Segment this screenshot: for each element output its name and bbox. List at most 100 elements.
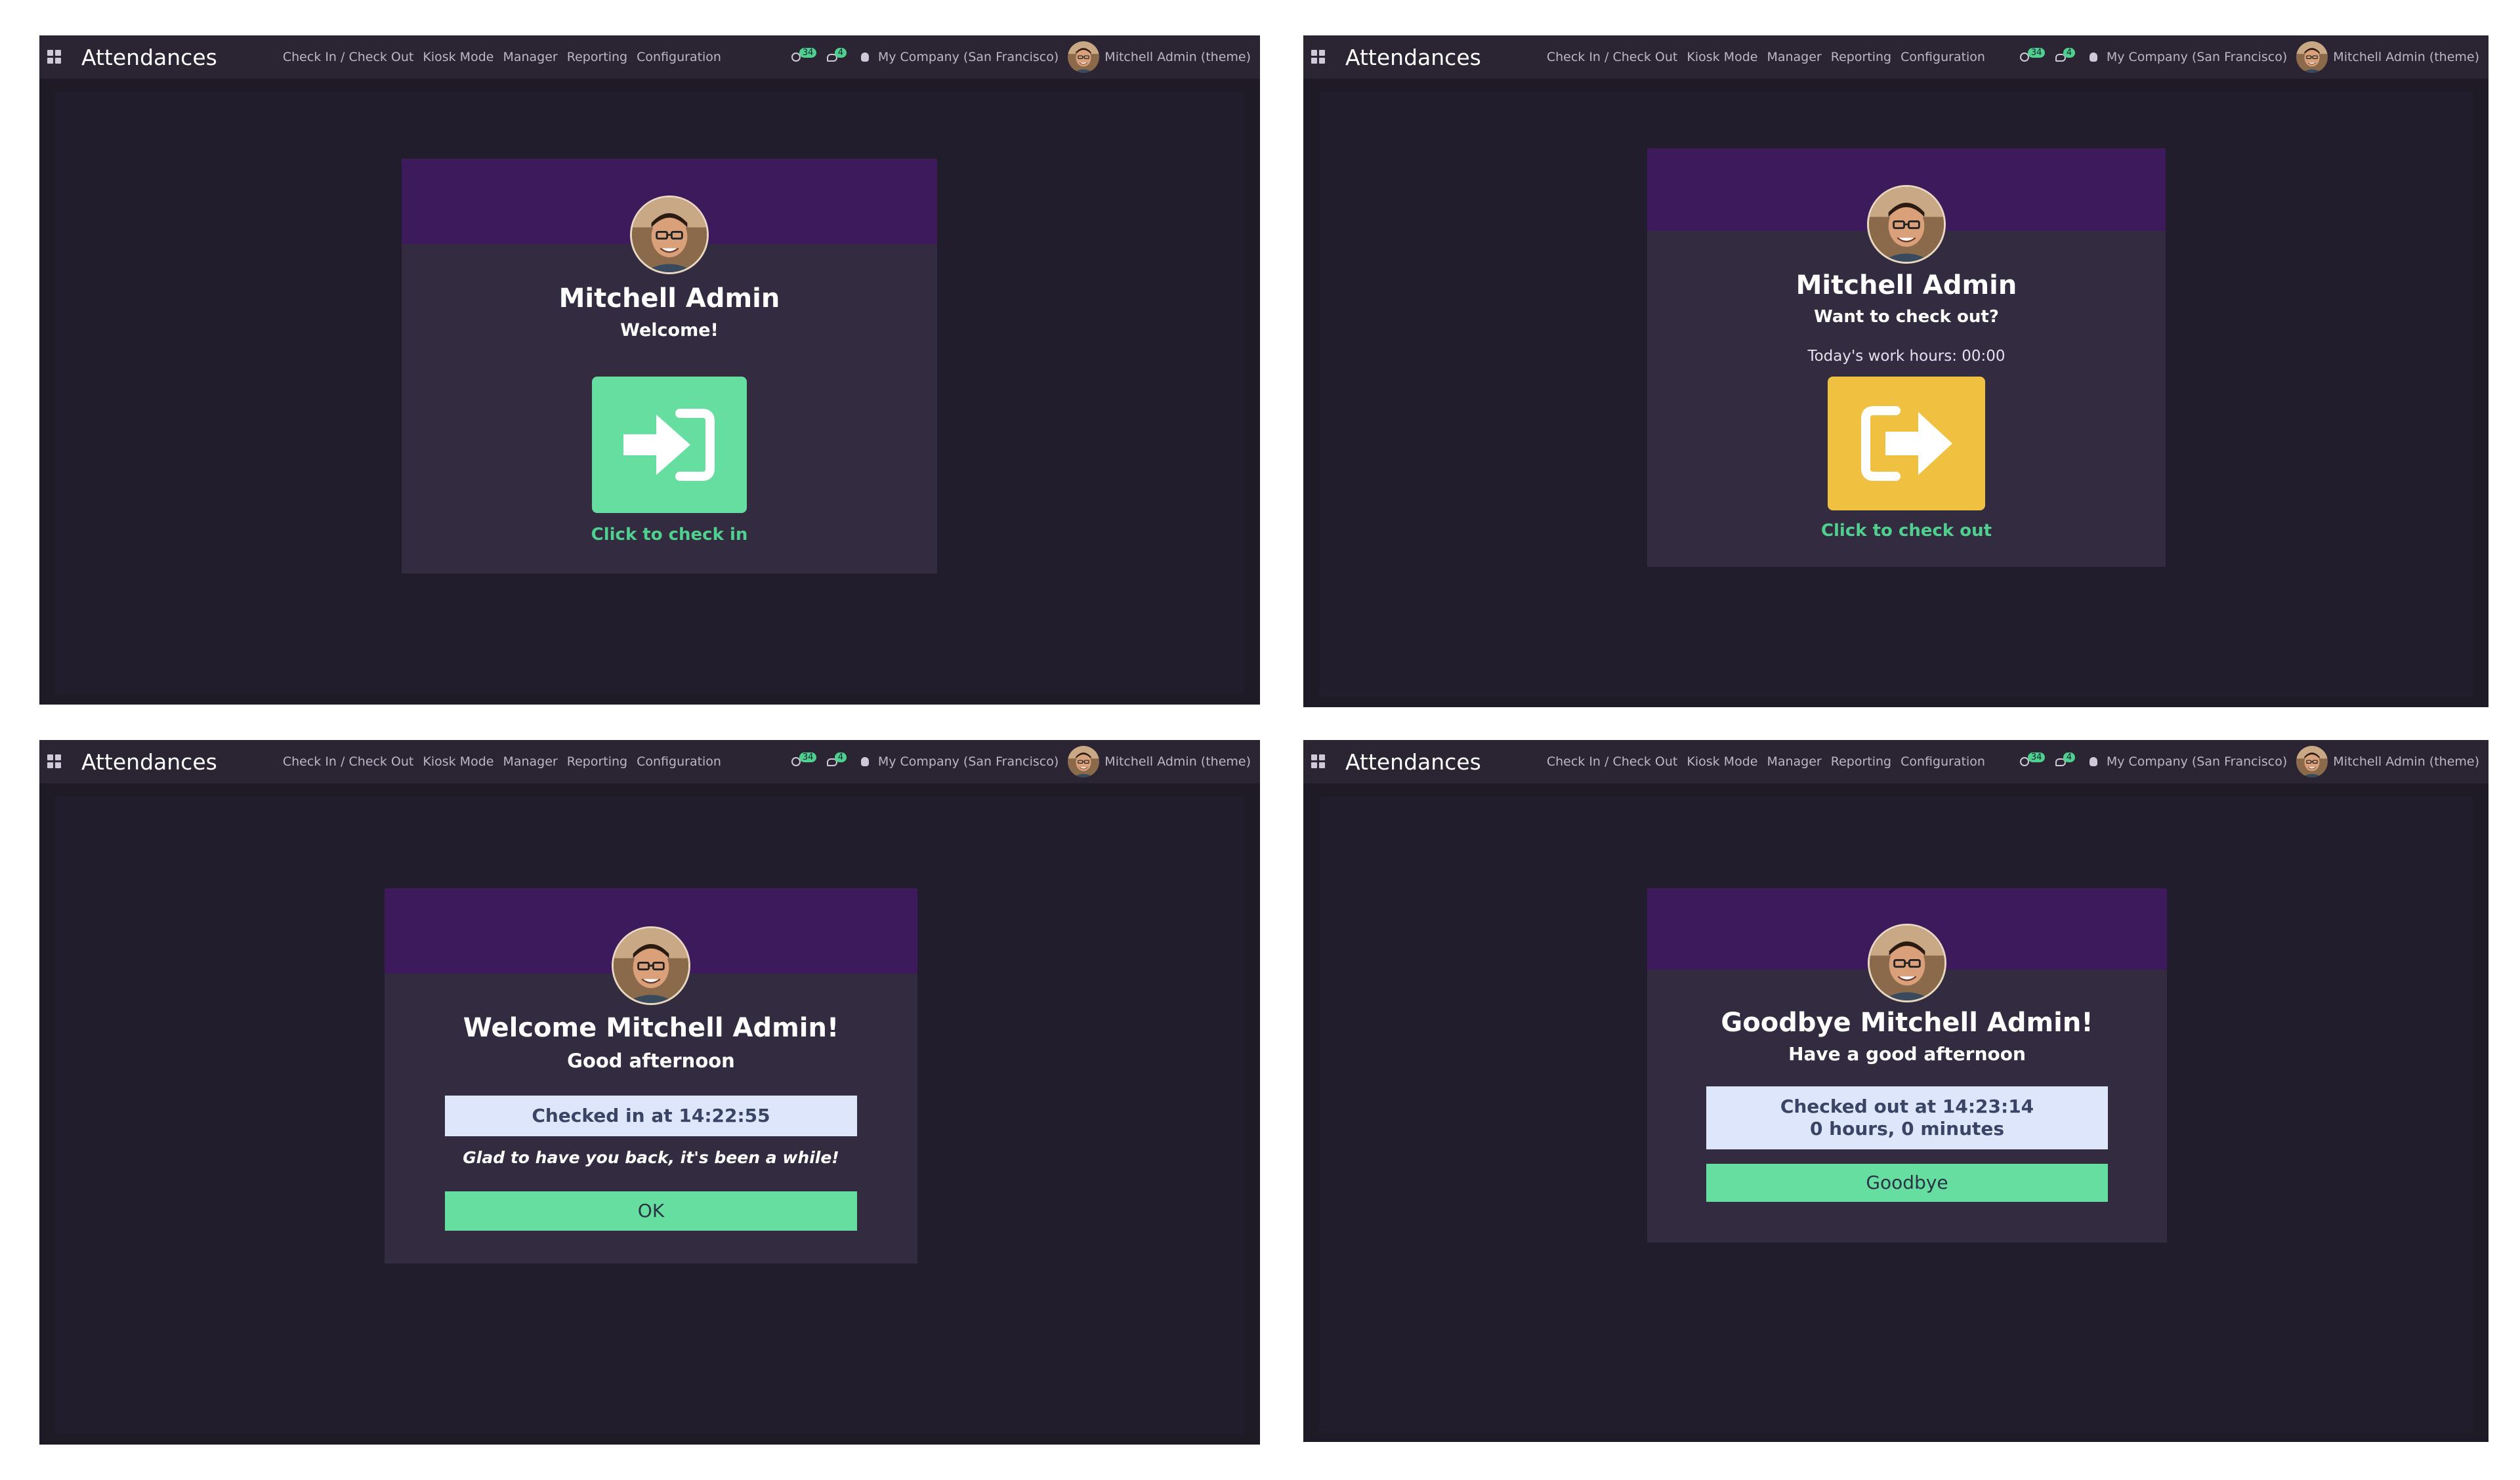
menu-kiosk-mode[interactable]: Kiosk Mode — [423, 754, 494, 769]
menu-configuration[interactable]: Configuration — [637, 754, 721, 769]
user-menu[interactable]: Mitchell Admin (theme) — [2333, 754, 2479, 769]
main-menu: Check In / Check Out Kiosk Mode Manager … — [283, 50, 721, 64]
greeting: Good afternoon — [567, 1050, 735, 1072]
check-out-hint: Click to check out — [1820, 521, 1992, 541]
debug-icon[interactable] — [2089, 757, 2097, 766]
company-switcher[interactable]: My Company (San Francisco) — [2107, 50, 2287, 64]
message-badge: 4 — [2063, 48, 2076, 58]
apps-menu-icon[interactable] — [1311, 754, 1326, 769]
goodbye-card: Goodbye Mitchell Admin! Have a good afte… — [1647, 888, 2167, 1243]
top-navbar: Attendances Check In / Check Out Kiosk M… — [1303, 35, 2488, 79]
attendance-card: Mitchell Admin Welcome! Click to check i… — [402, 159, 937, 573]
menu-manager[interactable]: Manager — [503, 754, 557, 769]
check-out-status: Checked out at 14:23:14 0 hours, 0 minut… — [1706, 1086, 2108, 1149]
menu-kiosk-mode[interactable]: Kiosk Mode — [1687, 754, 1757, 769]
menu-manager[interactable]: Manager — [503, 50, 557, 64]
attendance-card: Mitchell Admin Want to check out? Today'… — [1647, 148, 2166, 567]
systray: 34 4 My Company (San Francisco) Mitchell… — [2019, 746, 2479, 777]
systray: 34 4 My Company (San Francisco) Mitchell… — [791, 41, 1251, 73]
main-content: Goodbye Mitchell Admin! Have a good afte… — [1319, 796, 2473, 1431]
greeting: Want to check out? — [1814, 307, 1999, 327]
menu-check-in-check-out[interactable]: Check In / Check Out — [1547, 50, 1678, 64]
menu-reporting[interactable]: Reporting — [567, 50, 627, 64]
check-in-button[interactable] — [592, 377, 747, 513]
company-switcher[interactable]: My Company (San Francisco) — [878, 50, 1059, 64]
top-navbar: Attendances Check In / Check Out Kiosk M… — [1303, 740, 2488, 783]
systray: 34 4 My Company (San Francisco) Mitchell… — [2019, 41, 2479, 73]
app-title: Attendances — [81, 749, 217, 775]
user-avatar[interactable] — [2296, 746, 2328, 777]
activity-badge: 34 — [2027, 48, 2046, 58]
menu-check-in-check-out[interactable]: Check In / Check Out — [283, 754, 414, 769]
welcome-message: Glad to have you back, it's been a while… — [463, 1148, 839, 1167]
check-in-hint: Click to check in — [591, 525, 748, 545]
apps-menu-icon[interactable] — [47, 754, 62, 769]
app-title: Attendances — [1345, 749, 1481, 775]
menu-reporting[interactable]: Reporting — [567, 754, 627, 769]
apps-menu-icon[interactable] — [47, 50, 62, 64]
user-menu[interactable]: Mitchell Admin (theme) — [1104, 754, 1251, 769]
employee-avatar — [1868, 924, 1946, 1002]
menu-kiosk-mode[interactable]: Kiosk Mode — [1687, 50, 1757, 64]
work-hours: Today's work hours: 00:00 — [1807, 348, 2006, 365]
debug-icon[interactable] — [2089, 52, 2097, 62]
sign-out-icon — [1861, 406, 1952, 481]
menu-manager[interactable]: Manager — [1767, 50, 1821, 64]
menu-configuration[interactable]: Configuration — [637, 50, 721, 64]
screenshot-check-in: Attendances Check In / Check Out Kiosk M… — [39, 35, 1260, 705]
top-navbar: Attendances Check In / Check Out Kiosk M… — [39, 35, 1260, 79]
apps-menu-icon[interactable] — [1311, 50, 1326, 64]
main-menu: Check In / Check Out Kiosk Mode Manager … — [1547, 50, 1985, 64]
worked-duration: 0 hours, 0 minutes — [1809, 1118, 2005, 1140]
employee-avatar — [1867, 185, 1946, 264]
menu-configuration[interactable]: Configuration — [1900, 50, 1985, 64]
goodbye-button[interactable]: Goodbye — [1706, 1164, 2108, 1202]
menu-check-in-check-out[interactable]: Check In / Check Out — [1547, 754, 1678, 769]
menu-kiosk-mode[interactable]: Kiosk Mode — [423, 50, 494, 64]
employee-name: Mitchell Admin — [1796, 270, 2017, 300]
top-navbar: Attendances Check In / Check Out Kiosk M… — [39, 740, 1260, 783]
chat-icon[interactable]: 4 — [2055, 752, 2076, 768]
activity-icon[interactable]: 34 — [791, 48, 817, 64]
activity-badge: 34 — [2027, 752, 2046, 762]
menu-check-in-check-out[interactable]: Check In / Check Out — [283, 50, 414, 64]
main-content: Mitchell Admin Welcome! Click to check i… — [55, 92, 1244, 694]
message-badge: 4 — [834, 48, 847, 58]
chat-icon[interactable]: 4 — [2055, 48, 2076, 64]
activity-badge: 34 — [799, 48, 817, 58]
greeting-card: Welcome Mitchell Admin! Good afternoon C… — [385, 888, 917, 1264]
chat-icon[interactable]: 4 — [826, 752, 847, 768]
menu-manager[interactable]: Manager — [1767, 754, 1821, 769]
activity-badge: 34 — [799, 752, 817, 762]
check-out-button[interactable] — [1828, 377, 1985, 510]
company-switcher[interactable]: My Company (San Francisco) — [2107, 754, 2287, 769]
screenshot-check-out: Attendances Check In / Check Out Kiosk M… — [1303, 35, 2488, 707]
activity-icon[interactable]: 34 — [2019, 752, 2046, 768]
main-content: Mitchell Admin Want to check out? Today'… — [1319, 92, 2473, 697]
screenshot-checked-out: Attendances Check In / Check Out Kiosk M… — [1303, 740, 2488, 1442]
chat-icon[interactable]: 4 — [826, 48, 847, 64]
check-out-time: Checked out at 14:23:14 — [1780, 1096, 2034, 1117]
menu-reporting[interactable]: Reporting — [1831, 50, 1891, 64]
menu-reporting[interactable]: Reporting — [1831, 754, 1891, 769]
activity-icon[interactable]: 34 — [791, 752, 817, 768]
employee-avatar — [630, 195, 709, 274]
debug-icon[interactable] — [860, 52, 869, 62]
main-menu: Check In / Check Out Kiosk Mode Manager … — [1547, 754, 1985, 769]
employee-name: Mitchell Admin — [558, 283, 780, 314]
check-in-status: Checked in at 14:22:55 — [445, 1096, 857, 1136]
greeting: Have a good afternoon — [1788, 1043, 2026, 1065]
activity-icon[interactable]: 34 — [2019, 48, 2046, 64]
user-menu[interactable]: Mitchell Admin (theme) — [1104, 50, 1251, 64]
user-avatar[interactable] — [1068, 41, 1099, 73]
menu-configuration[interactable]: Configuration — [1900, 754, 1985, 769]
user-menu[interactable]: Mitchell Admin (theme) — [2333, 50, 2479, 64]
welcome-title: Welcome Mitchell Admin! — [463, 1013, 839, 1043]
goodbye-title: Goodbye Mitchell Admin! — [1721, 1008, 2093, 1038]
company-switcher[interactable]: My Company (San Francisco) — [878, 754, 1059, 769]
ok-button[interactable]: OK — [445, 1191, 857, 1231]
user-avatar[interactable] — [1068, 746, 1099, 777]
sign-in-icon — [623, 409, 715, 481]
debug-icon[interactable] — [860, 757, 869, 766]
user-avatar[interactable] — [2296, 41, 2328, 73]
